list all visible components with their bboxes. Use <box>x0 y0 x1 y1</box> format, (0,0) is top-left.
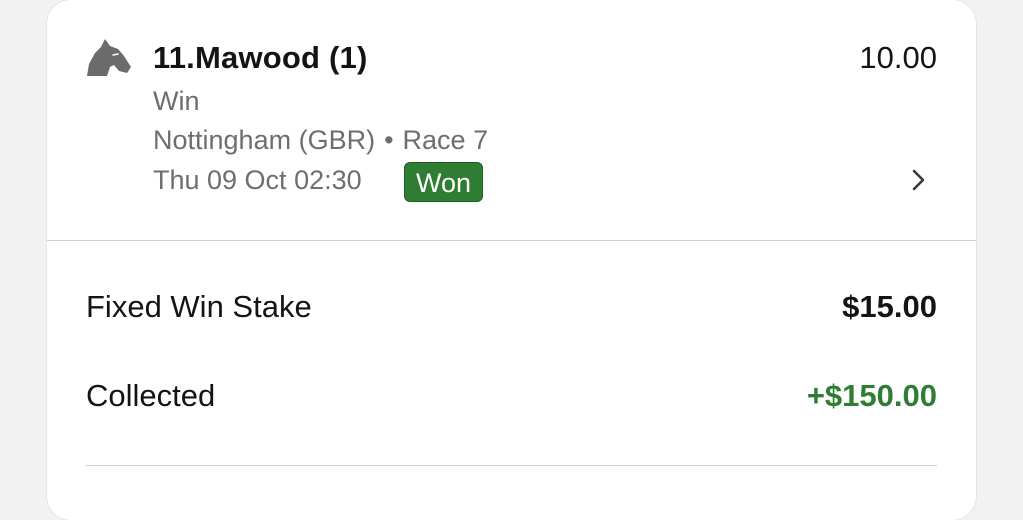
section-divider <box>47 240 976 241</box>
status-badge: Won <box>404 162 484 202</box>
chevron-right-icon <box>912 169 925 191</box>
selection-row[interactable]: 11.Mawood (1) 10.00 Win Nottingham (GBR)… <box>47 0 976 240</box>
odds-value: 10.00 <box>859 40 937 75</box>
runner-name: 11.Mawood (1) <box>153 40 368 75</box>
row-divider <box>86 465 937 466</box>
horse-head-icon <box>87 39 131 76</box>
bet-type: Win <box>153 86 200 116</box>
race-datetime: Thu 09 Oct 02:30 <box>153 165 362 195</box>
meeting-info: Nottingham (GBR) • Race 7 <box>153 125 488 156</box>
bet-card: 11.Mawood (1) 10.00 Win Nottingham (GBR)… <box>47 0 976 520</box>
stake-label: Fixed Win Stake <box>86 289 312 324</box>
race-number: Race 7 <box>402 125 489 155</box>
separator-dot: • <box>384 125 394 155</box>
stake-value: $15.00 <box>842 289 937 324</box>
collected-value: +$150.00 <box>806 378 937 413</box>
venue-name: Nottingham (GBR) <box>153 125 376 155</box>
collected-label: Collected <box>86 378 216 413</box>
